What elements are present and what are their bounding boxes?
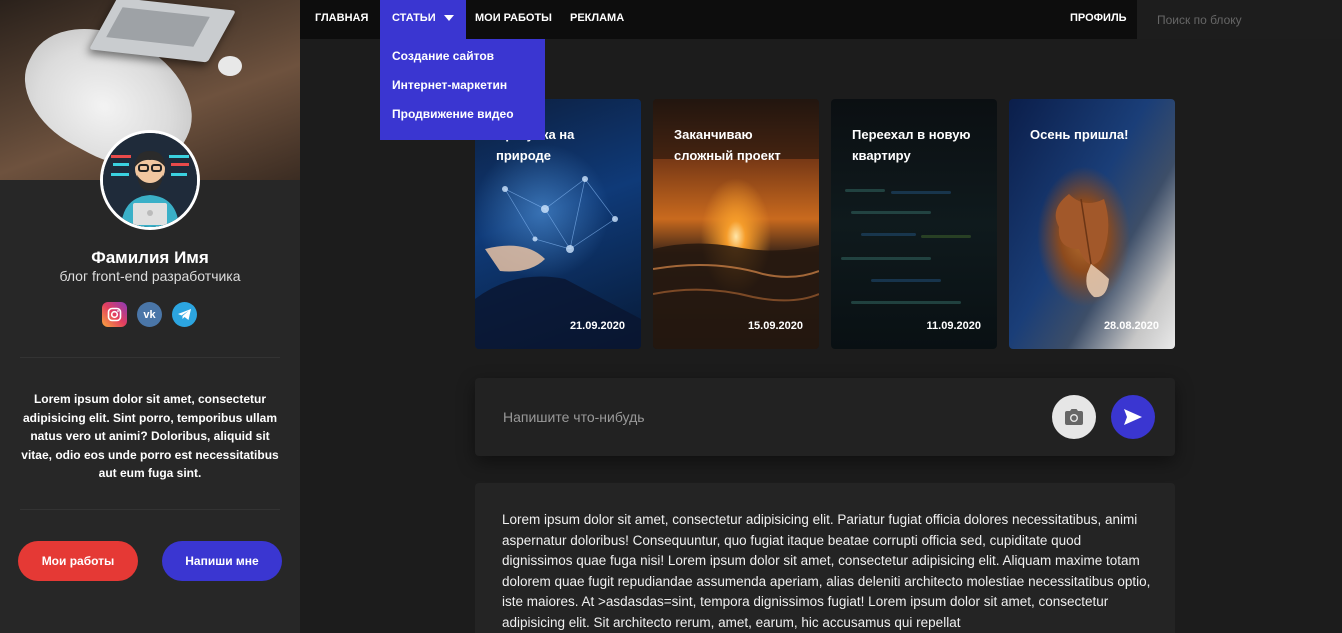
write-me-button[interactable]: Напиши мне <box>162 541 282 581</box>
avatar[interactable] <box>100 130 200 230</box>
nav-articles-label: СТАТЬИ <box>392 12 436 24</box>
story-title: Заканчиваю сложный проект <box>674 127 781 163</box>
story-date: 28.08.2020 <box>1103 320 1159 332</box>
camera-icon <box>1065 409 1083 425</box>
chevron-down-icon <box>443 15 454 22</box>
articles-dropdown: Создание сайтов Интернет-маркетин Продви… <box>380 39 545 140</box>
send-button[interactable] <box>1111 395 1155 439</box>
nav-ads[interactable]: РЕКЛАМА <box>558 0 636 39</box>
nav-articles[interactable]: СТАТЬИ <box>380 0 466 39</box>
post-input[interactable] <box>495 402 1035 432</box>
divider <box>20 509 280 510</box>
story-card[interactable]: Заканчиваю сложный проект 15.09.2020 <box>653 99 819 349</box>
post-text: Lorem ipsum dolor sit amet, consectetur … <box>502 512 1151 630</box>
dropdown-item-websites[interactable]: Создание сайтов <box>392 49 494 63</box>
nav-my-works[interactable]: МОИ РАБОТЫ <box>463 0 564 39</box>
vk-icon[interactable]: vk <box>137 302 162 327</box>
post-card: Lorem ipsum dolor sit amet, consectetur … <box>475 483 1175 633</box>
developer-avatar-icon <box>103 133 197 227</box>
profile-name: Фамилия Имя <box>91 248 209 267</box>
mouse-shape <box>218 56 242 76</box>
social-links: vk <box>102 302 197 327</box>
story-title: Осень пришла! <box>1030 127 1129 142</box>
story-date: 11.09.2020 <box>926 320 981 332</box>
dropdown-item-video[interactable]: Продвижение видео <box>392 107 514 121</box>
dropdown-item-marketing[interactable]: Интернет-маркетин <box>392 78 507 92</box>
nav-profile[interactable]: ПРОФИЛЬ <box>1058 0 1139 39</box>
send-icon <box>1124 409 1142 425</box>
telegram-icon[interactable] <box>172 302 197 327</box>
story-date: 15.09.2020 <box>747 320 803 332</box>
about-text: Lorem ipsum dolor sit amet, consectetur … <box>21 392 279 480</box>
divider <box>20 357 280 358</box>
story-card[interactable]: Осень пришла! 28.08.2020 <box>1009 99 1175 349</box>
search-input[interactable] <box>1137 0 1342 39</box>
story-date: 21.09.2020 <box>569 320 625 332</box>
nav-home[interactable]: ГЛАВНАЯ <box>303 0 380 39</box>
story-title: Переехал в новую квартиру <box>852 127 971 163</box>
story-card[interactable]: Переехал в новую квартиру 11.09.2020 <box>831 99 997 349</box>
top-navigation: ГЛАВНАЯ СТАТЬИ МОИ РАБОТЫ РЕКЛАМА ПРОФИЛ… <box>300 0 1342 39</box>
attach-photo-button[interactable] <box>1052 395 1096 439</box>
my-works-button[interactable]: Мои работы <box>18 541 138 581</box>
sidebar: Фамилия Имя блог front-end разработчика … <box>0 0 300 633</box>
post-composer <box>475 378 1175 456</box>
instagram-icon[interactable] <box>102 302 127 327</box>
profile-subtitle: блог front-end разработчика <box>59 268 241 284</box>
